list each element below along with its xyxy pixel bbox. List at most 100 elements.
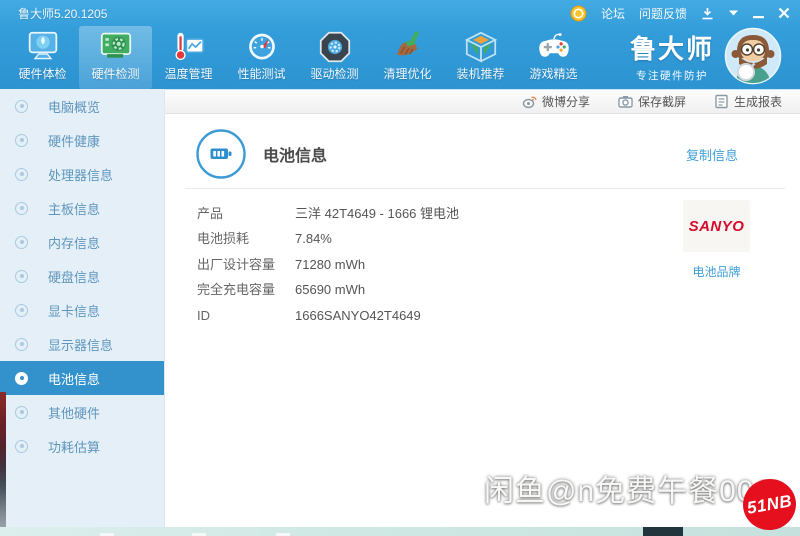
sidebar-item-label: 显示器信息 <box>48 337 114 353</box>
camera-icon <box>618 96 633 108</box>
sidebar-item-label: 硬件健康 <box>48 133 101 149</box>
row-label: 电池损耗 <box>197 231 250 247</box>
header-divider <box>185 188 785 189</box>
taskbar-dark-block <box>643 527 683 536</box>
sidebar-item-memory-info[interactable]: 内存信息 <box>0 225 164 259</box>
close-button[interactable] <box>778 7 790 19</box>
gpu-card-icon <box>100 32 131 58</box>
gauge-icon <box>248 33 275 60</box>
radio-icon <box>15 235 28 249</box>
battery-icon <box>196 129 246 179</box>
battery-info-header: 电池信息 复制信息 <box>195 128 780 180</box>
row-label: 产品 <box>197 206 224 221</box>
sidebar-item-pc-overview[interactable]: 电脑概览 <box>0 89 164 123</box>
sidebar-item-label: 电脑概览 <box>48 99 101 115</box>
battery-brand-block: SANYO 电池品牌 <box>683 200 750 280</box>
sidebar-item-cpu-info[interactable]: 处理器信息 <box>0 157 164 191</box>
sidebar-item-label: 处理器信息 <box>48 167 114 183</box>
sidebar-item-label: 显卡信息 <box>48 303 101 319</box>
tab-label: 游戏精选 <box>529 67 578 81</box>
copy-info-link[interactable]: 复制信息 <box>686 145 738 164</box>
tab-game-picks[interactable]: 游戏精选 <box>517 26 590 89</box>
row-value: 7.84% <box>295 231 332 247</box>
sidebar-item-label: 功耗估算 <box>48 439 101 455</box>
sidebar-item-label: 其他硬件 <box>48 405 101 421</box>
row-value: 1666SANYO42T4649 <box>295 307 421 323</box>
octagon-gear-icon <box>319 31 350 63</box>
sidebar-item-label: 主板信息 <box>48 201 101 217</box>
sidebar-item-motherboard-info[interactable]: 主板信息 <box>0 191 164 225</box>
save-screenshot-button[interactable]: 保存截屏 <box>618 93 686 110</box>
sidebar: 电脑概览 硬件健康 处理器信息 主板信息 内存信息 硬盘信息 显卡信息 显示器信… <box>0 89 165 527</box>
sidebar-item-label: 电池信息 <box>48 371 101 387</box>
app-title: 鲁大师5.20.1205 <box>18 6 108 21</box>
row-value: 65690 mWh <box>295 282 366 298</box>
brand-area: 鲁大师 专注硬件防护 <box>630 27 782 85</box>
sidebar-item-label: 硬盘信息 <box>48 269 101 285</box>
table-row: 电池损耗 7.84% <box>197 226 459 251</box>
tab-label: 硬件检测 <box>91 67 140 81</box>
tab-build-recommend[interactable]: 装机推荐 <box>444 26 517 89</box>
sidebar-item-label: 内存信息 <box>48 235 101 251</box>
tab-hardware-detect[interactable]: 硬件检测 <box>79 26 152 89</box>
tab-label: 驱动检测 <box>310 67 359 81</box>
menu-caret-icon[interactable] <box>728 9 739 17</box>
radio-icon <box>15 337 28 351</box>
tab-performance-test[interactable]: 性能测试 <box>225 26 298 89</box>
titlebar: 鲁大师5.20.1205 论坛 问题反馈 <box>0 0 800 26</box>
feedback-link[interactable]: 问题反馈 <box>639 5 687 22</box>
desktop-taskbar-strip <box>0 527 800 536</box>
radio-icon <box>15 201 28 215</box>
tab-driver-detect[interactable]: 驱动检测 <box>298 26 371 89</box>
gamepad-icon <box>538 33 569 57</box>
medal-icon[interactable] <box>570 5 587 22</box>
weibo-icon <box>522 96 537 109</box>
secondary-toolbar: 微博分享 保存截屏 生成报表 <box>165 89 800 114</box>
cube-icon <box>464 31 497 63</box>
report-icon <box>715 94 728 109</box>
sidebar-item-disk-info[interactable]: 硬盘信息 <box>0 259 164 293</box>
minimize-button[interactable] <box>753 8 764 19</box>
sidebar-item-battery-info[interactable]: 电池信息 <box>0 361 164 395</box>
weibo-share-button[interactable]: 微博分享 <box>522 93 590 110</box>
tab-hardware-checkup[interactable]: 硬件体检 <box>6 26 79 89</box>
sub-action-label: 微博分享 <box>541 95 590 109</box>
sidebar-item-gpu-info[interactable]: 显卡信息 <box>0 293 164 327</box>
brand-caption: 电池品牌 <box>692 265 741 279</box>
page-title: 电池信息 <box>263 148 328 165</box>
broom-icon <box>396 31 419 56</box>
sidebar-item-power-estimate[interactable]: 功耗估算 <box>0 429 164 463</box>
tab-label: 清理优化 <box>383 67 432 81</box>
tab-temperature[interactable]: 温度管理 <box>152 26 225 89</box>
battery-info-table: 产品 三洋 42T4649 - 1666 锂电池 电池损耗 7.84% 出厂设计… <box>197 201 459 328</box>
desktop-sliver-left <box>0 392 6 527</box>
tab-label: 硬件体检 <box>18 67 67 81</box>
watermark-text: 闲鱼@n免费午餐001 <box>484 475 773 508</box>
row-label: 出厂设计容量 <box>197 256 276 272</box>
screen: 鲁大师5.20.1205 论坛 问题反馈 硬件体检 硬件检测 温度管理 性能测试… <box>0 0 800 536</box>
brand-name: 鲁大师 <box>629 34 714 64</box>
app-header: 鲁大师5.20.1205 论坛 问题反馈 硬件体检 硬件检测 温度管理 性能测试… <box>0 0 800 89</box>
sidebar-item-other-hardware[interactable]: 其他硬件 <box>0 395 164 429</box>
row-label: 完全充电容量 <box>197 282 276 298</box>
sub-action-label: 生成报表 <box>733 95 782 109</box>
radio-icon <box>15 405 28 419</box>
table-row: ID 1666SANYO42T4649 <box>197 303 459 328</box>
tab-label: 温度管理 <box>164 67 213 81</box>
forum-link[interactable]: 论坛 <box>601 5 625 22</box>
share-icon[interactable] <box>701 7 714 20</box>
tab-clean-optimize[interactable]: 清理优化 <box>371 26 444 89</box>
radio-icon <box>15 439 28 453</box>
sidebar-item-hardware-health[interactable]: 硬件健康 <box>0 123 164 157</box>
sanyo-logo: SANYO <box>688 217 745 235</box>
radio-icon <box>15 371 28 385</box>
thermometer-chart-icon <box>174 32 204 61</box>
sidebar-item-monitor-info[interactable]: 显示器信息 <box>0 327 164 361</box>
generate-report-button[interactable]: 生成报表 <box>714 93 782 110</box>
radio-icon <box>15 167 28 181</box>
table-row: 出厂设计容量 71280 mWh <box>197 252 459 277</box>
mascot-avatar <box>724 27 782 85</box>
brand-slogan: 专注硬件防护 <box>635 70 708 82</box>
radio-icon <box>15 303 28 317</box>
sub-action-label: 保存截屏 <box>637 95 686 109</box>
